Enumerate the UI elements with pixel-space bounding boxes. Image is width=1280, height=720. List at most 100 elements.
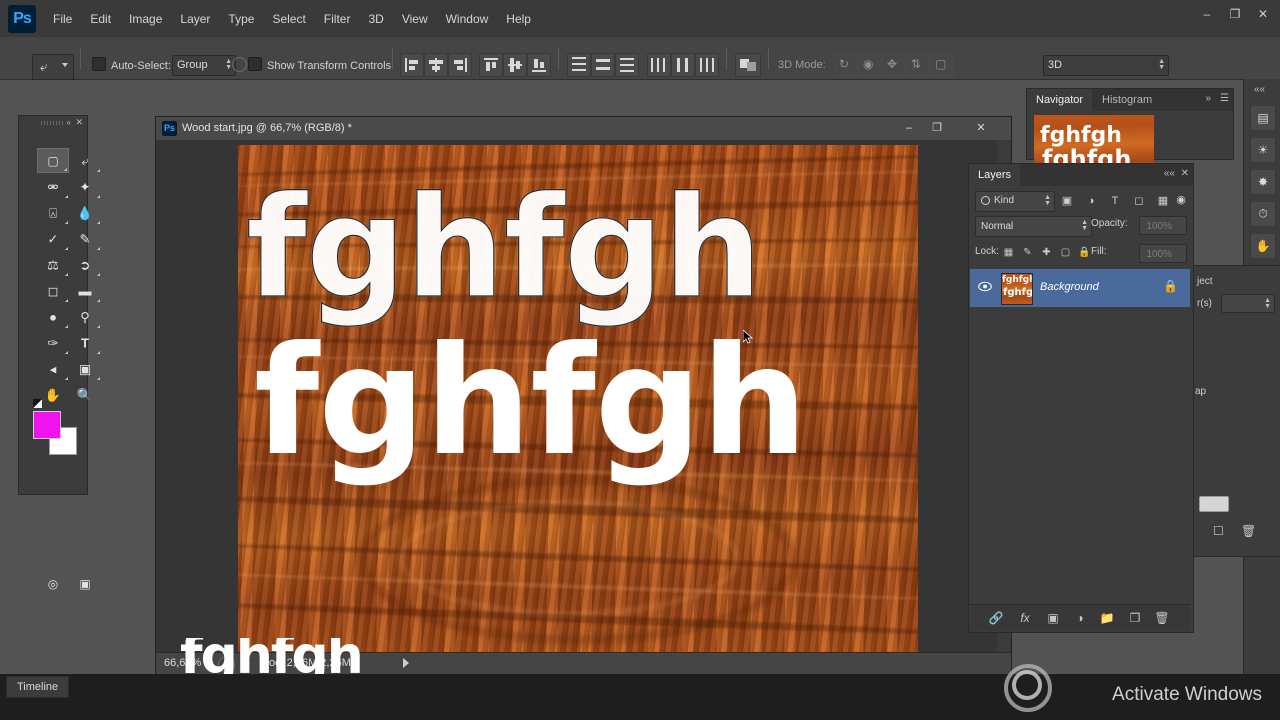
menu-file[interactable]: File xyxy=(44,10,81,28)
tool-clone-stamp[interactable]: ⚖ xyxy=(37,252,69,277)
close-button[interactable]: ✕ xyxy=(1250,4,1276,24)
history-panel-icon[interactable]: ⏱ xyxy=(1250,201,1276,227)
new-fill-adjustment-layer-icon[interactable]: ◑ xyxy=(1072,610,1088,626)
document-minimize-button[interactable]: – xyxy=(895,119,923,138)
menu-3d[interactable]: 3D xyxy=(359,10,392,28)
auto-select-scope-dropdown[interactable]: Group ▲ ▼ xyxy=(172,55,236,76)
styles-panel-icon[interactable]: ✸ xyxy=(1250,169,1276,195)
properties-panel-icon[interactable]: ✋ xyxy=(1250,233,1276,259)
align-right-edges-button[interactable] xyxy=(448,53,472,77)
menu-select[interactable]: Select xyxy=(263,10,314,28)
link-layers-icon[interactable]: 🔗 xyxy=(988,610,1004,626)
menu-type[interactable]: Type xyxy=(219,10,263,28)
opacity-value[interactable]: 100% xyxy=(1139,216,1187,235)
tool-eyedropper[interactable]: 💧 xyxy=(69,200,101,225)
tool-rectangular-marquee[interactable]: ▢ xyxy=(37,148,69,173)
tool-spot-healing-brush[interactable]: ✓ xyxy=(37,226,69,251)
navigator-collapse-icon[interactable]: » xyxy=(1205,93,1211,104)
maximize-button[interactable]: ❐ xyxy=(1222,4,1248,24)
filter-type-icon[interactable]: T xyxy=(1107,193,1123,209)
filter-smart-object-icon[interactable]: ▦ xyxy=(1155,193,1171,209)
expand-dock-icon[interactable]: «« xyxy=(1254,84,1265,95)
delete-layer-icon[interactable]: 🗑 xyxy=(1154,610,1170,626)
tool-horizontal-type[interactable]: T xyxy=(69,330,101,355)
close-tools-icon[interactable]: ✕ xyxy=(75,117,83,128)
rotate-3d-icon[interactable]: ↻ xyxy=(834,53,858,77)
lock-image-pixels-icon[interactable]: ✎ xyxy=(1020,245,1035,260)
tool-move[interactable]: ⤶ xyxy=(69,148,101,173)
background-panel-tab-label[interactable]: ject xyxy=(1197,276,1213,287)
eye-icon[interactable] xyxy=(978,281,992,292)
tool-path-selection[interactable]: ◂ xyxy=(37,356,69,381)
quick-mask-mode-button[interactable]: ◎ xyxy=(37,571,69,596)
options-help-icon[interactable] xyxy=(232,57,247,72)
drag-3d-icon[interactable]: ✥ xyxy=(882,53,906,77)
add-layer-style-icon[interactable]: fx xyxy=(1017,610,1033,626)
foreground-color-swatch[interactable] xyxy=(33,411,61,439)
align-vertical-centers-button[interactable] xyxy=(503,53,527,77)
document-maximize-button[interactable]: ❐ xyxy=(923,119,951,138)
drag-handle-icon[interactable] xyxy=(41,121,65,125)
blend-mode-dropdown[interactable]: Normal ▲ ▼ xyxy=(975,216,1092,237)
tool-blur[interactable]: ● xyxy=(37,304,69,329)
lock-transparent-pixels-icon[interactable]: ▦ xyxy=(1001,245,1016,260)
document-close-button[interactable]: ✕ xyxy=(967,119,995,138)
tool-lasso[interactable]: ⚮ xyxy=(37,174,69,199)
menu-help[interactable]: Help xyxy=(497,10,540,28)
background-panel-field[interactable]: ▲ ▼ xyxy=(1221,294,1275,313)
filter-pixel-icon[interactable]: ▣ xyxy=(1059,193,1075,209)
tab-histogram[interactable]: Histogram xyxy=(1093,89,1161,111)
collapse-tools-icon[interactable]: « xyxy=(67,118,71,127)
tools-panel-header[interactable]: « ✕ xyxy=(19,116,87,130)
align-bottom-edges-button[interactable] xyxy=(527,53,551,77)
filter-adjustment-icon[interactable]: ◑ xyxy=(1083,193,1099,209)
menu-image[interactable]: Image xyxy=(120,10,171,28)
tool-history-brush[interactable]: ➲ xyxy=(69,252,101,277)
lock-all-icon[interactable]: 🔒 xyxy=(1077,245,1092,260)
tool-dodge[interactable]: ⚲ xyxy=(69,304,101,329)
navigator-menu-icon[interactable]: ☰ xyxy=(1220,93,1229,104)
filter-shape-icon[interactable]: ◻ xyxy=(1131,193,1147,209)
distribute-top-edges-button[interactable] xyxy=(567,53,591,77)
distribute-horizontal-centers-button[interactable] xyxy=(671,53,695,77)
auto-align-layers-button[interactable] xyxy=(735,53,761,77)
minimize-button[interactable]: – xyxy=(1194,4,1220,24)
tool-brush[interactable]: ✎ xyxy=(69,226,101,251)
new-layer-icon[interactable]: ❐ xyxy=(1127,610,1143,626)
tool-pen[interactable]: ✑ xyxy=(37,330,69,355)
layer-filter-kind-dropdown[interactable]: Kind ▲ ▼ xyxy=(975,191,1055,212)
slide-3d-icon[interactable]: ⇅ xyxy=(906,53,930,77)
tab-navigator[interactable]: Navigator xyxy=(1027,89,1093,111)
filter-toggle-switch[interactable]: ◉ xyxy=(1175,192,1187,208)
roll-3d-icon[interactable]: ◉ xyxy=(858,53,882,77)
distribute-bottom-edges-button[interactable] xyxy=(615,53,639,77)
default-colors-icon[interactable] xyxy=(33,399,42,408)
menu-edit[interactable]: Edit xyxy=(81,10,120,28)
table-row[interactable]: fghfgh fghfgh Background 🔒 xyxy=(970,269,1190,307)
document-title-bar[interactable]: Ps Wood start.jpg @ 66,7% (RGB/8) * – ❐ … xyxy=(156,117,1011,141)
layers-close-icon[interactable]: ✕ xyxy=(1181,168,1189,179)
background-panel-value-box[interactable] xyxy=(1199,496,1229,512)
new-group-icon[interactable]: 📁 xyxy=(1099,610,1115,626)
tool-gradient[interactable]: ▬ xyxy=(69,278,101,303)
tool-zoom[interactable]: 🔍 xyxy=(69,382,101,407)
tool-crop[interactable]: ⍓ xyxy=(37,200,69,225)
add-layer-mask-icon[interactable]: ▣ xyxy=(1045,610,1061,626)
screen-mode-button[interactable]: ▣ xyxy=(69,571,101,596)
menu-view[interactable]: View xyxy=(393,10,437,28)
tool-rectangle-shape[interactable]: ▣ xyxy=(69,356,101,381)
lock-position-icon[interactable]: ✚ xyxy=(1039,245,1054,260)
workspace-switcher-dropdown[interactable]: 3D ▲ ▼ xyxy=(1043,55,1169,76)
auto-select-checkbox[interactable]: Auto-Select: xyxy=(92,57,171,72)
tab-timeline[interactable]: Timeline xyxy=(6,676,70,698)
tab-layers[interactable]: Layers xyxy=(969,164,1021,186)
layers-collapse-icon[interactable]: «« xyxy=(1164,168,1175,179)
lock-artboard-icon[interactable]: ▢ xyxy=(1058,245,1073,260)
distribute-left-edges-button[interactable] xyxy=(647,53,671,77)
scale-3d-icon[interactable]: ▢ xyxy=(930,53,954,77)
layer-name[interactable]: Background xyxy=(1040,281,1099,293)
tool-eraser[interactable]: ◻ xyxy=(37,278,69,303)
menu-window[interactable]: Window xyxy=(437,10,498,28)
show-transform-controls-checkbox[interactable]: Show Transform Controls xyxy=(248,57,391,72)
align-horizontal-centers-button[interactable] xyxy=(424,53,448,77)
